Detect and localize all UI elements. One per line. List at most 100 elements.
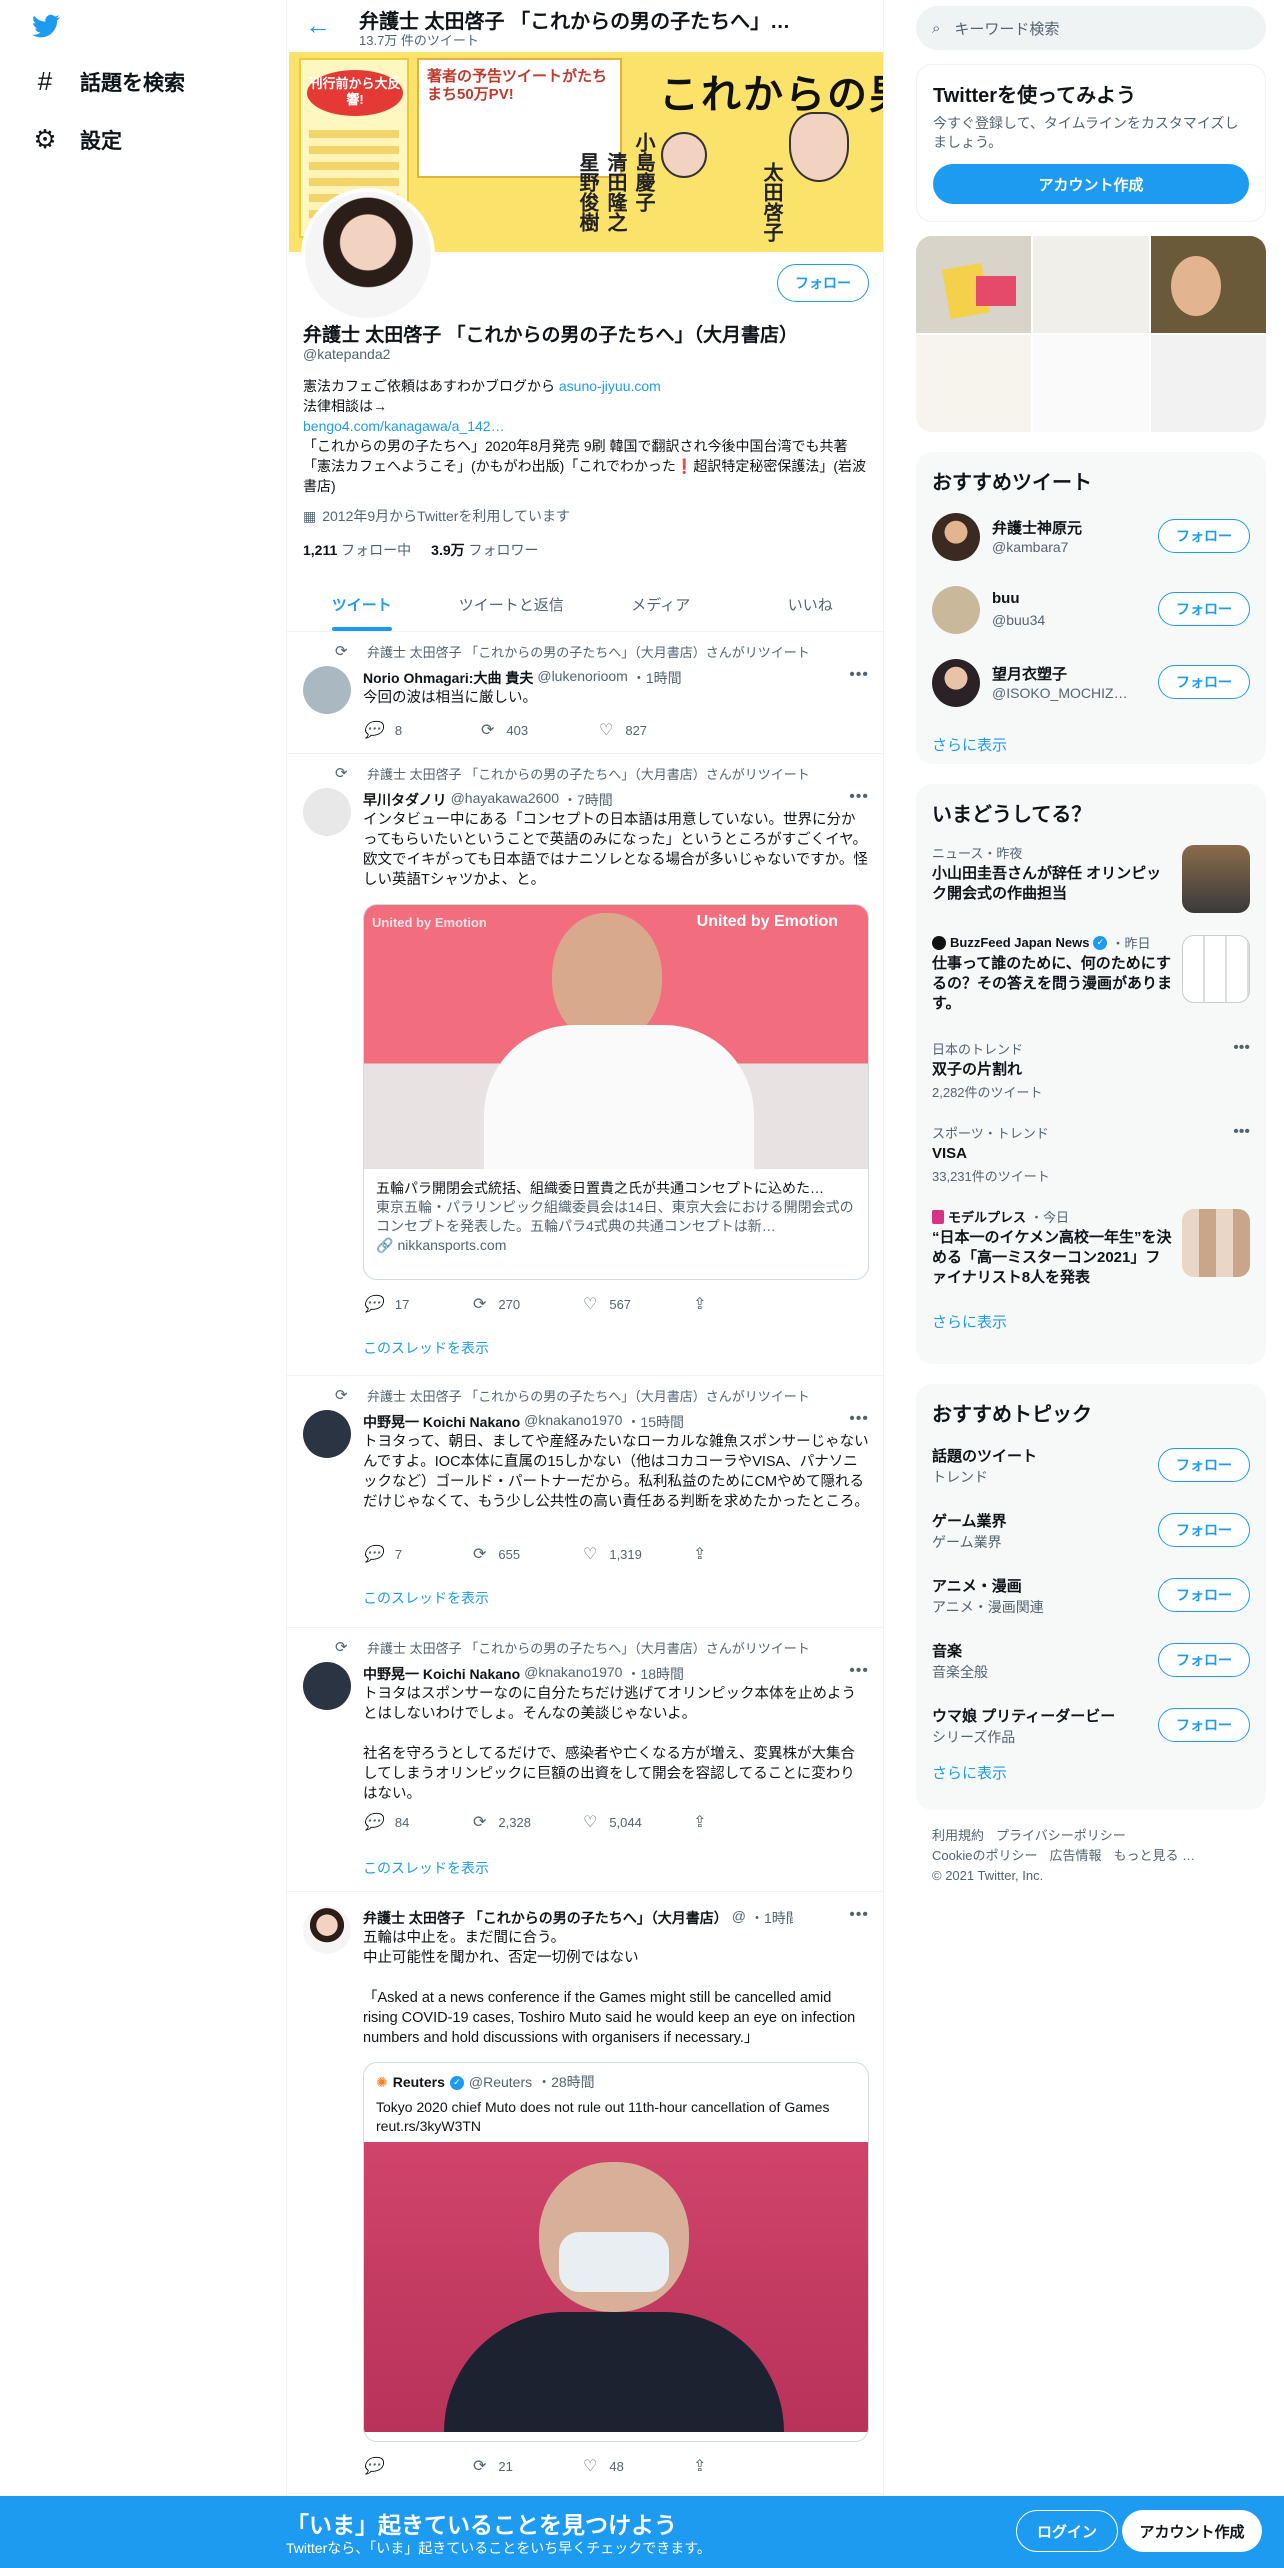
create-account-button[interactable]: アカウント作成 <box>933 164 1249 204</box>
tweet-time[interactable]: ・15時間 <box>626 1412 684 1432</box>
tweet-time[interactable]: ・1時間 <box>632 668 682 688</box>
footer-privacy[interactable]: プライバシーポリシー <box>996 1828 1126 1843</box>
media-thumb[interactable] <box>916 236 1032 333</box>
more-icon[interactable]: ••• <box>1233 1123 1250 1141</box>
following-link[interactable]: 1,211 フォロー中 <box>303 540 411 560</box>
avatar[interactable] <box>303 1906 351 1954</box>
nav-explore[interactable]: # 話題を検索 <box>32 66 185 97</box>
trend-item[interactable]: モデルプレス ・今日 “日本一のイケメン高校一年生”を決める「高一ミスターコン20… <box>916 1197 1266 1305</box>
share-button[interactable]: ⇪ <box>693 1294 803 1314</box>
tweet-author-name[interactable]: 中野晃一 Koichi Nakano <box>363 1664 520 1684</box>
bio-link-2[interactable]: bengo4.com/kanagawa/a_142… <box>303 416 873 436</box>
share-button[interactable]: ⇪ <box>693 1812 803 1832</box>
tweet[interactable]: 弁護士 太田啓子 「これからの男の子たちへ」（大月書店）@・1時間 ••• 五輪… <box>287 1894 883 2494</box>
avatar[interactable] <box>932 586 980 634</box>
like-button[interactable]: ♡ 48 <box>583 2456 693 2476</box>
topic-item[interactable]: ウマ娘 プリティーダービー シリーズ作品 フォロー <box>916 1693 1266 1758</box>
who-to-follow-item[interactable]: 弁護士神原元 @kambara7 フォロー <box>916 501 1266 574</box>
tweet-author-name[interactable]: 早川タダノリ <box>363 790 447 810</box>
tweet[interactable]: ⟳ 弁護士 太田啓子 「これからの男の子たちへ」（大月書店）さんがリツイート 中野… <box>287 1630 883 1892</box>
quote-tweet[interactable]: ✺ Reuters ✓ @Reuters ・28時間 Tokyo 2020 ch… <box>363 2062 869 2442</box>
tweet-author-name[interactable]: 中野晃一 Koichi Nakano <box>363 1412 520 1432</box>
tweet-time[interactable]: ・7時間 <box>563 790 613 810</box>
tweet-time[interactable]: ・1時間 <box>750 1908 793 1928</box>
follow-button[interactable]: フォロー <box>1158 1513 1250 1547</box>
topic-item[interactable]: 音楽 音楽全般 フォロー <box>916 1628 1266 1693</box>
more-icon[interactable]: ••• <box>849 788 869 806</box>
more-icon[interactable]: ••• <box>1233 1039 1250 1057</box>
topic-item[interactable]: アニメ・漫画 アニメ・漫画関連 フォロー <box>916 1563 1266 1628</box>
footer-terms[interactable]: 利用規約 <box>932 1828 984 1843</box>
tweet-time[interactable]: ・18時間 <box>626 1664 684 1684</box>
retweet-button[interactable]: ⟳ 2,328 <box>473 1812 583 1832</box>
followers-link[interactable]: 3.9万 フォロワー <box>431 540 538 560</box>
follow-button[interactable]: フォロー <box>1158 1708 1250 1742</box>
avatar[interactable] <box>932 659 980 707</box>
tweet-author-name[interactable]: Norio Ohmagari:大曲 貴夫 <box>363 668 533 688</box>
tweet-author-handle[interactable]: @hayakawa2600 <box>451 790 559 810</box>
tab-media[interactable]: メディア <box>586 574 736 631</box>
reply-button[interactable]: 💬 <box>363 2456 473 2476</box>
media-thumb[interactable] <box>916 335 1032 432</box>
follow-button[interactable]: フォロー <box>1158 665 1250 699</box>
search-box[interactable]: ⌕ キーワード検索 <box>916 6 1266 50</box>
avatar[interactable] <box>303 666 351 714</box>
tab-tweets-replies[interactable]: ツイートと返信 <box>437 574 587 631</box>
more-icon[interactable]: ••• <box>849 1662 869 1680</box>
media-thumb[interactable] <box>1033 335 1149 432</box>
follow-button[interactable]: フォロー <box>1158 1643 1250 1677</box>
search-input[interactable]: キーワード検索 <box>954 18 1059 39</box>
signup-button[interactable]: アカウント作成 <box>1122 2510 1262 2552</box>
back-arrow-icon[interactable]: ← <box>305 10 331 41</box>
twitter-logo-icon[interactable] <box>30 12 62 40</box>
share-button[interactable]: ⇪ <box>693 1544 803 1564</box>
tweet-author-handle[interactable]: @lukenorioom <box>537 668 627 688</box>
show-more-link[interactable]: さらに表示 <box>916 1758 1266 1801</box>
show-thread-link[interactable]: このスレッドを表示 <box>363 1588 489 1608</box>
reply-button[interactable]: 💬 17 <box>363 1294 473 1314</box>
tweet[interactable]: ⟳ 弁護士 太田啓子 「これからの男の子たちへ」（大月書店）さんがリツイート 中野… <box>287 1378 883 1628</box>
tweet[interactable]: ⟳ 弁護士 太田啓子 「これからの男の子たちへ」（大月書店）さんがリツイート 早川… <box>287 756 883 1376</box>
more-icon[interactable]: ••• <box>849 1906 869 1924</box>
like-button[interactable]: ♡ 1,319 <box>583 1544 693 1564</box>
tweet[interactable]: ⟳ 弁護士 太田啓子 「これからの男の子たちへ」（大月書店）さんがリツイート No… <box>287 634 883 754</box>
retweet-button[interactable]: ⟳ 403 <box>481 720 599 740</box>
more-icon[interactable]: ••• <box>849 666 869 684</box>
show-thread-link[interactable]: このスレッドを表示 <box>363 1338 489 1358</box>
reply-button[interactable]: 💬 84 <box>363 1812 473 1832</box>
tweet-author-name[interactable]: 弁護士 太田啓子 「これからの男の子たちへ」（大月書店） <box>363 1908 728 1928</box>
show-more-link[interactable]: さらに表示 <box>916 720 1266 764</box>
reply-button[interactable]: 💬 8 <box>363 720 481 740</box>
tab-tweets[interactable]: ツイート <box>287 574 437 631</box>
follow-button[interactable]: フォロー <box>1158 592 1250 626</box>
retweet-button[interactable]: ⟳ 655 <box>473 1544 583 1564</box>
nav-settings[interactable]: ⚙ 設定 <box>32 124 122 155</box>
show-more-link[interactable]: さらに表示 <box>916 1305 1266 1350</box>
media-thumb[interactable] <box>1150 236 1266 333</box>
avatar[interactable] <box>303 1410 351 1458</box>
trend-item[interactable]: 日本のトレンド 双子の片割れ 2,282件のツイート ••• <box>916 1029 1266 1113</box>
login-button[interactable]: ログイン <box>1016 2510 1118 2552</box>
tweet-author-handle[interactable]: @ <box>732 1908 746 1928</box>
more-icon[interactable]: ••• <box>849 1410 869 1428</box>
like-button[interactable]: ♡ 5,044 <box>583 1812 693 1832</box>
retweet-button[interactable]: ⟳ 270 <box>473 1294 583 1314</box>
show-thread-link[interactable]: このスレッドを表示 <box>363 1858 489 1878</box>
trend-item[interactable]: ニュース・昨夜 小山田圭吾さんが辞任 オリンピック開会式の作曲担当 <box>916 833 1266 923</box>
avatar[interactable] <box>303 1662 351 1710</box>
like-button[interactable]: ♡ 567 <box>583 1294 693 1314</box>
bio-link-1[interactable]: asuno-jiyuu.com <box>559 378 661 394</box>
media-thumb[interactable] <box>1150 335 1266 432</box>
who-to-follow-item[interactable]: 望月衣塑子 @ISOKO_MOCHIZUKI フォロー <box>916 647 1266 720</box>
avatar[interactable] <box>932 513 980 561</box>
media-thumb[interactable] <box>1033 236 1149 333</box>
retweet-button[interactable]: ⟳ 21 <box>473 2456 583 2476</box>
topic-item[interactable]: ゲーム業界 ゲーム業界 フォロー <box>916 1498 1266 1563</box>
trend-item[interactable]: BuzzFeed Japan News ✓ ・昨日 仕事って誰のために、何のためにす… <box>916 923 1266 1029</box>
link-card[interactable]: United by Emotion United by Emotion 五輪パラ… <box>363 904 869 1280</box>
footer-more[interactable]: もっと見る … <box>1113 1848 1195 1863</box>
tab-likes[interactable]: いいね <box>736 574 884 631</box>
tweet-author-handle[interactable]: @knakano1970 <box>524 1664 622 1684</box>
follow-button[interactable]: フォロー <box>1158 1448 1250 1482</box>
footer-ads[interactable]: 広告情報 <box>1049 1848 1101 1863</box>
